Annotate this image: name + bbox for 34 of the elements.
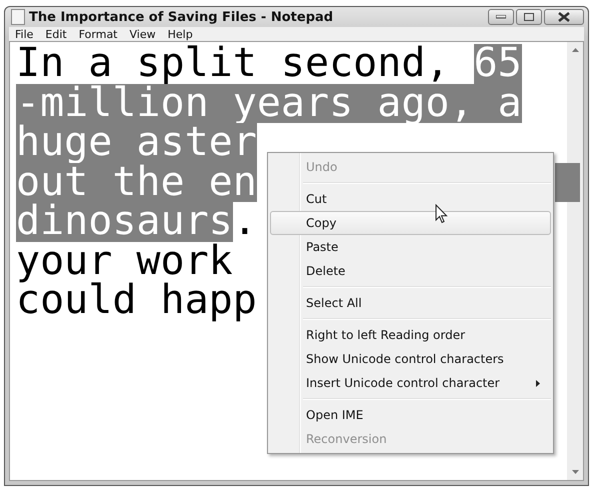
selected-text: huge aster (16, 123, 257, 162)
maximize-icon (524, 13, 534, 21)
close-icon (558, 12, 570, 22)
notepad-icon (11, 9, 25, 25)
window-title: The Importance of Saving Files - Notepad (29, 10, 334, 24)
context-menu-item[interactable]: Select All (270, 291, 551, 315)
context-menu-item[interactable]: Insert Unicode control character (270, 371, 551, 395)
document-text: In a split second, (16, 44, 450, 84)
scroll-down-icon (572, 470, 578, 474)
document-text: your work (16, 242, 233, 281)
context-menu-item[interactable]: Paste (270, 235, 551, 259)
close-button[interactable] (544, 9, 584, 25)
context-menu-item[interactable]: Show Unicode control characters (270, 347, 551, 371)
context-menu-item[interactable]: Open IME (270, 403, 551, 427)
selected-text: 65 (474, 44, 522, 84)
selected-text: out the en (16, 162, 257, 202)
scrollbar[interactable] (567, 42, 583, 480)
menu-bar-item[interactable]: File (9, 28, 40, 40)
menu-bar-item[interactable]: Format (72, 28, 124, 40)
document-text: . (232, 202, 257, 242)
mouse-pointer-icon (435, 204, 448, 224)
menu-bar-item[interactable]: Help (162, 28, 199, 40)
minimize-button[interactable] (488, 9, 514, 25)
scroll-up-icon (572, 48, 578, 52)
selected-text: dinosaurs (16, 202, 233, 242)
menu-bar-item[interactable]: View (124, 28, 162, 40)
context-menu-item[interactable]: Delete (270, 259, 551, 283)
menu-bar-item[interactable]: Edit (39, 28, 73, 40)
document-text: could happ (16, 281, 257, 320)
context-menu-item[interactable]: Right to left Reading order (270, 323, 551, 347)
context-menu-item[interactable]: Cut (270, 187, 551, 211)
selected-text: -million years ago, a (16, 84, 522, 123)
maximize-button[interactable] (516, 9, 542, 25)
minimize-icon (496, 15, 506, 19)
